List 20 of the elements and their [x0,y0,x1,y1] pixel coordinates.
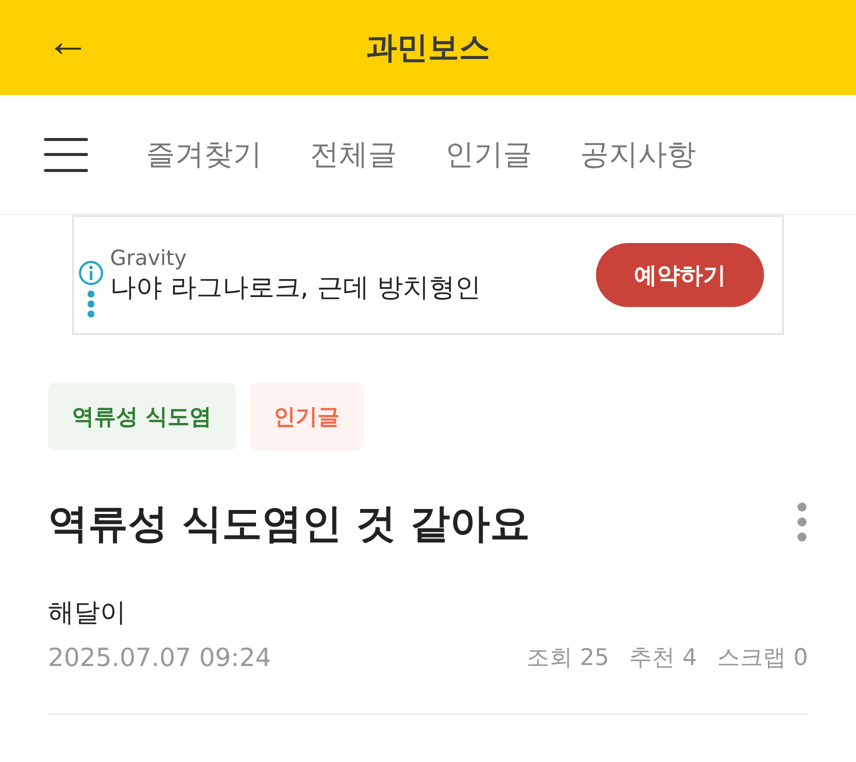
ad-headline: 나야 라그나로크, 근데 방치형인 [110,272,482,304]
back-button[interactable]: ← [40,20,96,64]
nav-tab[interactable]: 전체글 [310,134,397,174]
nav-tab[interactable]: 즐겨찾기 [146,134,262,174]
info-icon[interactable] [78,260,104,286]
post-date: 2025.07.07 09:24 [48,643,272,672]
ad-advertiser: Gravity [110,246,188,270]
post-tag: 역류성 식도염 [48,383,236,450]
post-stat: 추천 4 [629,644,698,673]
post-title: 역류성 식도염인 것 같아요 [48,500,530,549]
post-author: 해달이 [48,597,127,630]
post-tag: 인기글 [250,383,364,450]
menu-button[interactable] [44,138,88,172]
nav-tab[interactable]: 인기글 [445,134,532,174]
post-stat: 조회 25 [526,644,610,673]
reserve-button[interactable]: 예약하기 [596,243,764,307]
app-title: 과민보스 [366,28,490,68]
post-stat: 스크랩 0 [717,644,808,673]
nav-tab[interactable]: 공지사항 [580,134,696,174]
more-icon[interactable] [86,290,96,318]
